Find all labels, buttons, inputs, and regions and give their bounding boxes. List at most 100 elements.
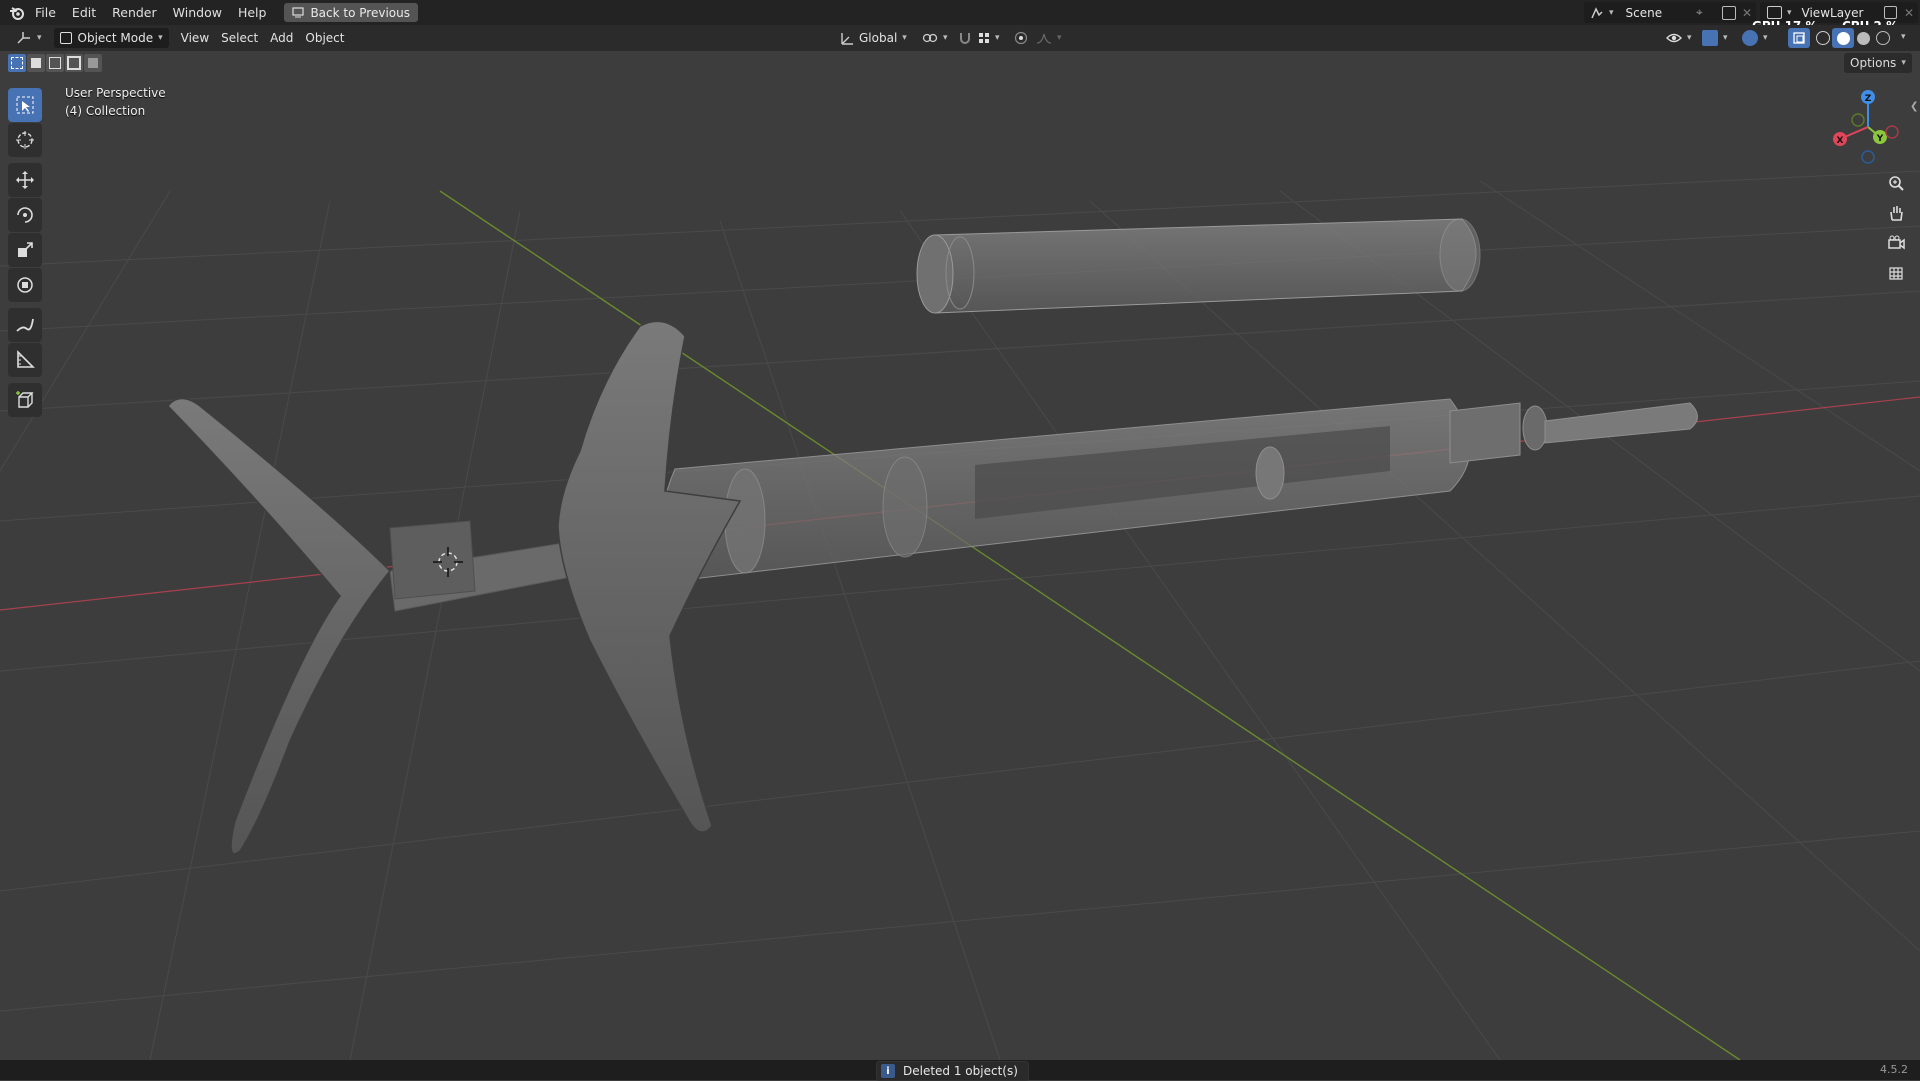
thumb-wing [167, 397, 392, 855]
overlays-icon [1742, 30, 1758, 46]
navigation-gizmo[interactable]: Z Y X [1828, 87, 1908, 167]
menu-render[interactable]: Render [104, 0, 165, 25]
cursor-icon [16, 131, 34, 149]
gizmo-z-label: Z [1865, 94, 1872, 104]
close-icon[interactable]: ✕ [1742, 6, 1752, 20]
cartridge-tube [916, 218, 1481, 314]
chevron-down-icon: ▾ [943, 33, 948, 43]
select-subtract-button[interactable] [46, 54, 64, 72]
options-dropdown[interactable]: Options ▾ [1844, 53, 1912, 73]
menu-select[interactable]: Select [215, 28, 264, 48]
object-mode-icon [59, 32, 72, 44]
tool-transform[interactable] [8, 268, 42, 302]
version-label: 4.5.2 [1880, 1063, 1908, 1076]
menu-object[interactable]: Object [299, 28, 350, 48]
select-new-button[interactable] [8, 54, 26, 72]
visibility-selector[interactable]: ▾ [1660, 28, 1698, 48]
top-menubar: File Edit Render Window Help Back to Pre… [0, 0, 1920, 33]
link-icon [922, 33, 938, 43]
select-extend-button[interactable] [27, 54, 45, 72]
grid-view-icon [1889, 267, 1903, 280]
gizmo-y-label: Y [1876, 134, 1884, 144]
scene-icon [1590, 6, 1604, 20]
status-message[interactable]: i Deleted 1 object(s) [876, 1061, 1029, 1081]
camera-view-button[interactable] [1882, 229, 1910, 257]
rendered-sphere-icon [1876, 31, 1890, 45]
overlays-toggle[interactable]: ▾ [1736, 28, 1774, 48]
select-intersect-button[interactable] [84, 54, 102, 72]
back-to-previous-label: Back to Previous [310, 5, 410, 20]
chevron-down-icon: ▾ [995, 33, 1000, 43]
chevron-down-icon: ▾ [37, 33, 42, 43]
shading-solid[interactable] [1832, 28, 1854, 48]
menu-edit[interactable]: Edit [64, 0, 104, 25]
gizmo-toggle[interactable]: ▾ [1696, 28, 1734, 48]
shading-wireframe[interactable] [1812, 28, 1834, 48]
xray-toggle[interactable] [1788, 28, 1810, 48]
viewport-scene [0, 170, 1920, 1060]
shading-options-chevron-icon[interactable]: ▾ [1901, 32, 1906, 42]
mode-label: Object Mode [77, 31, 154, 45]
material-sphere-icon [1856, 31, 1870, 45]
back-to-previous-button[interactable]: Back to Previous [284, 3, 418, 22]
status-bar: i Deleted 1 object(s) 4.5.2 [0, 1060, 1920, 1081]
sidebar-toggle-icon[interactable]: ❮ [1910, 101, 1918, 112]
tool-add-cube[interactable] [8, 383, 42, 417]
tool-move[interactable] [8, 163, 42, 197]
tool-select-box[interactable] [8, 88, 42, 122]
syringe-barrel [662, 398, 1698, 582]
select-invert-button[interactable] [65, 54, 83, 72]
pin-icon[interactable]: ⌖ [1696, 5, 1703, 20]
solid-sphere-icon [1836, 31, 1850, 45]
select-new-icon [11, 57, 23, 69]
menu-window[interactable]: Window [165, 0, 230, 25]
pivot-point-selector[interactable]: ▾ [916, 28, 954, 48]
camera-icon [1888, 235, 1905, 250]
mode-selector[interactable]: Object Mode ▾ [53, 28, 169, 48]
magnet-icon [960, 33, 970, 44]
new-scene-icon[interactable] [1722, 5, 1736, 20]
tool-shelf [8, 88, 48, 418]
chevron-down-icon: ▾ [902, 33, 907, 43]
shading-rendered[interactable] [1872, 28, 1894, 48]
pan-button[interactable] [1882, 199, 1910, 227]
tool-measure[interactable] [8, 343, 42, 377]
menu-file[interactable]: File [27, 0, 64, 25]
close-icon[interactable]: ✕ [1904, 6, 1914, 20]
menu-help[interactable]: Help [230, 0, 275, 25]
blender-logo-icon[interactable] [7, 0, 27, 25]
tool-rotate[interactable] [8, 198, 42, 232]
plunger-collar [389, 520, 476, 600]
tool-scale[interactable] [8, 233, 42, 267]
rotate-icon [17, 207, 33, 223]
move-icon [16, 171, 34, 189]
3d-viewport[interactable]: User Perspective (4) Collection Options … [0, 51, 1920, 1060]
transform-icon [17, 277, 33, 293]
new-layer-icon[interactable] [1884, 6, 1897, 19]
falloff-curve-icon [1036, 33, 1052, 44]
chevron-down-icon: ▾ [1763, 33, 1768, 43]
tool-annotate[interactable] [8, 308, 42, 342]
ortho-toggle-button[interactable] [1882, 259, 1910, 287]
collection-label: (4) Collection [65, 104, 146, 118]
select-mode-group [8, 54, 103, 72]
shading-material[interactable] [1852, 28, 1874, 48]
zoom-button[interactable] [1882, 169, 1910, 197]
proportional-edit-toggle[interactable] [1010, 28, 1032, 48]
scene-selector[interactable]: ▾ Scene ⌖ ✕ [1584, 2, 1756, 23]
snap-target-selector[interactable]: ▾ [972, 28, 1006, 48]
editor-type-selector[interactable]: ▾ [10, 28, 48, 48]
chevron-down-icon: ▾ [1687, 33, 1692, 43]
status-message-text: Deleted 1 object(s) [903, 1064, 1018, 1078]
falloff-selector[interactable]: ▾ [1030, 28, 1068, 48]
tool-cursor[interactable] [8, 123, 42, 157]
menu-view[interactable]: View [175, 28, 215, 48]
transform-orientation-selector[interactable]: Global ▾ [834, 28, 913, 48]
chevron-down-icon: ▾ [1723, 33, 1728, 43]
screen-icon [292, 7, 305, 18]
grid-icon [979, 33, 989, 43]
viewlayer-name: ViewLayer [1801, 5, 1864, 20]
viewport-header: ▾ Object Mode ▾ View Select Add Object G… [0, 25, 1920, 51]
info-icon: i [881, 1064, 895, 1078]
menu-add[interactable]: Add [264, 28, 299, 48]
